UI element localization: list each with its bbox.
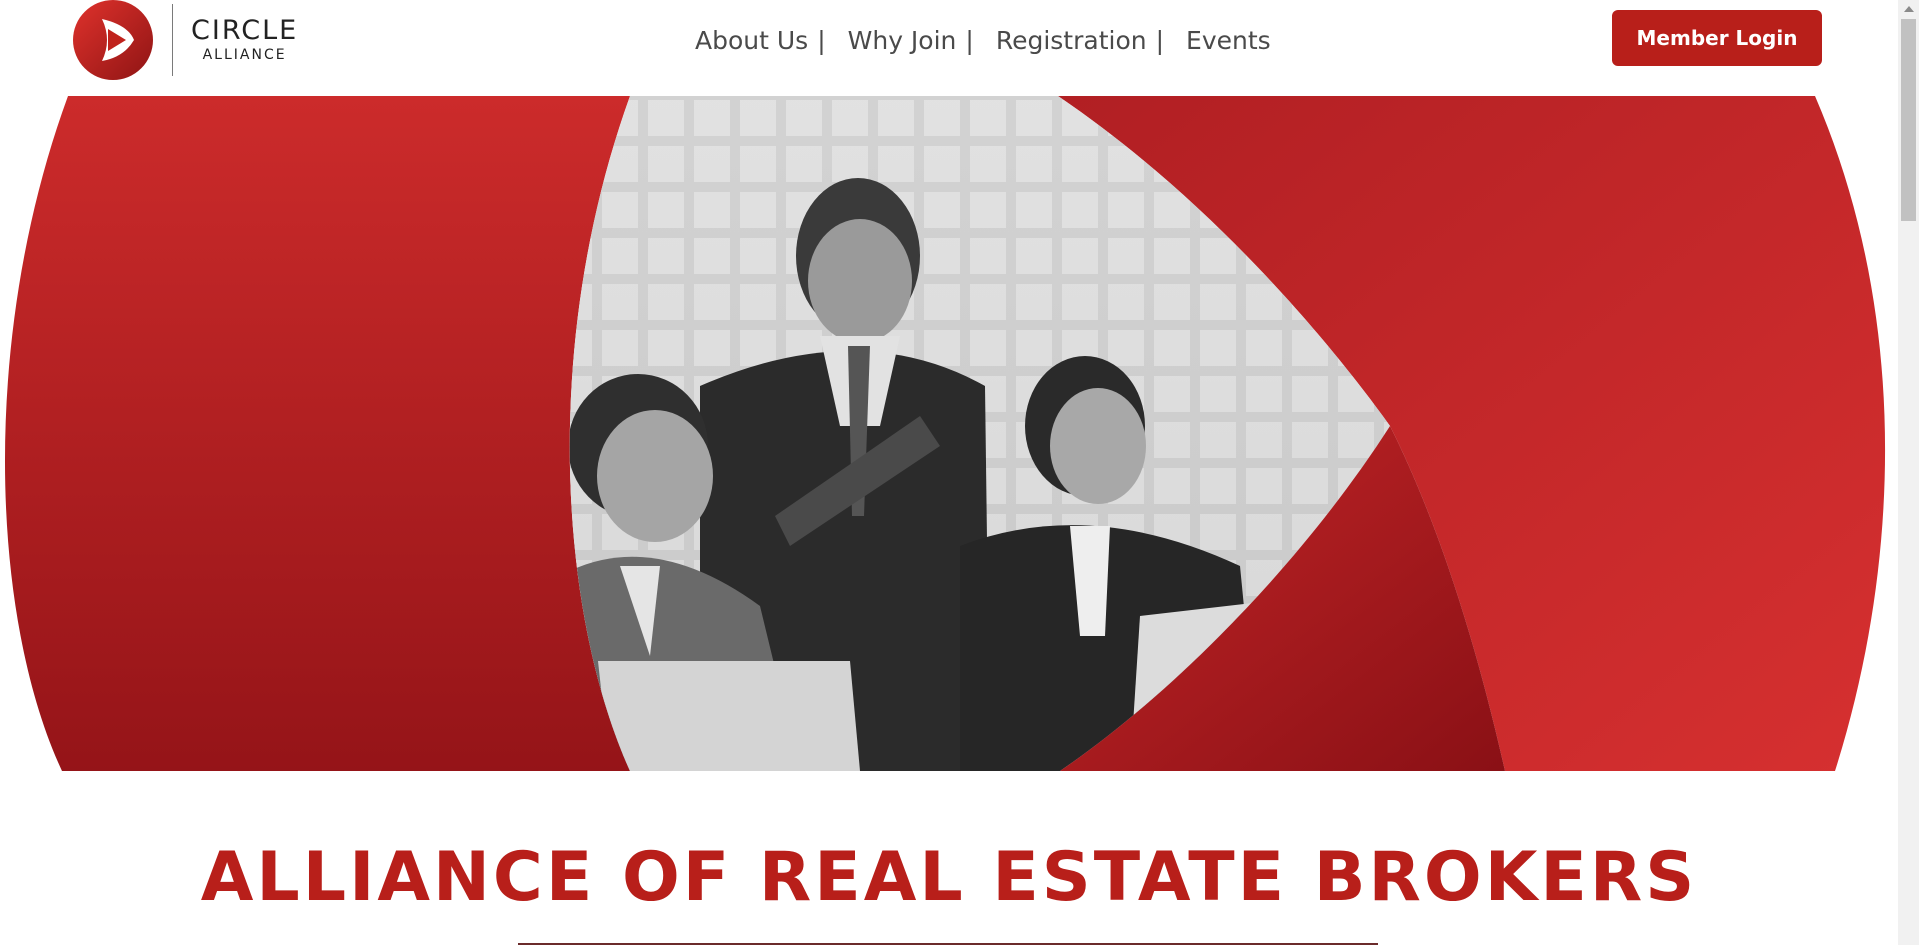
brand-name-line1: CIRCLE — [191, 15, 299, 46]
page-headline: ALLIANCE OF REAL ESTATE BROKERS — [200, 838, 1698, 917]
scrollbar-thumb[interactable] — [1901, 19, 1916, 221]
nav-registration[interactable]: Registration — [996, 26, 1147, 55]
nav-separator: | — [1155, 25, 1165, 55]
brand-name-line2: ALLIANCE — [202, 47, 287, 63]
nav-about-us[interactable]: About Us — [695, 26, 808, 55]
nav-events[interactable]: Events — [1186, 26, 1271, 55]
circle-logo-icon — [73, 0, 153, 80]
page-scrollbar[interactable] — [1898, 0, 1919, 945]
hero-red-left — [4, 96, 631, 771]
nav-separator: | — [817, 25, 826, 55]
hero-banner — [4, 96, 1886, 771]
brand-logo[interactable]: CIRCLE ALLIANCE — [72, 0, 298, 80]
site-header: CIRCLE ALLIANCE About Us | Why Join | Re… — [0, 0, 1898, 96]
nav-separator: | — [965, 25, 974, 55]
member-login-button[interactable]: Member Login — [1612, 10, 1822, 66]
nav-why-join[interactable]: Why Join — [848, 26, 957, 55]
main-nav: About Us | Why Join | Registration | Eve… — [695, 20, 1271, 60]
brand-name: CIRCLE ALLIANCE — [191, 16, 298, 64]
scroll-up-arrow-icon[interactable] — [1898, 0, 1919, 17]
logo-divider — [172, 4, 173, 76]
